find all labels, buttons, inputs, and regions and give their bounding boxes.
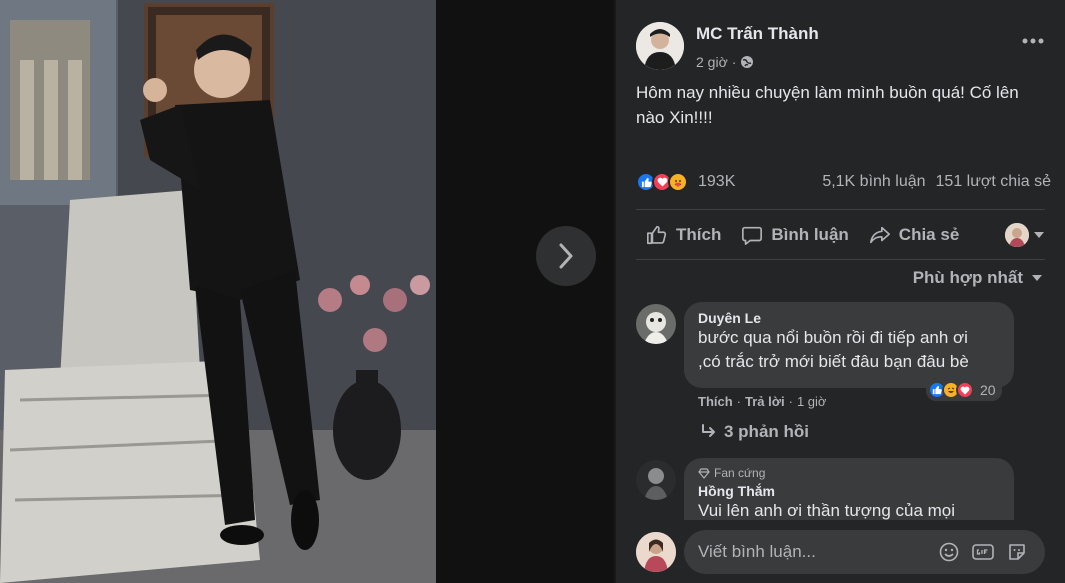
caret-down-icon bbox=[1032, 275, 1042, 281]
caret-down-icon bbox=[1034, 232, 1044, 238]
fan-badge-label: Fan cứng bbox=[714, 466, 766, 480]
divider-top bbox=[636, 209, 1045, 210]
like-label: Thích bbox=[676, 225, 722, 244]
like-button[interactable]: Thích bbox=[636, 217, 731, 253]
engagement-counts: 5,1K bình luận 151 lượt chia sẻ bbox=[822, 173, 1051, 191]
react-as-selector[interactable] bbox=[1005, 223, 1045, 247]
chevron-right-icon bbox=[559, 243, 573, 269]
meta-separator: · bbox=[788, 394, 793, 409]
meta-separator: · bbox=[736, 394, 742, 409]
comment-icon bbox=[742, 226, 763, 245]
share-label: Chia sẻ bbox=[898, 225, 960, 244]
author-avatar[interactable] bbox=[636, 22, 684, 70]
comment-meta: Thích · Trả lời · 1 giờ bbox=[698, 394, 826, 409]
sticker-icon bbox=[1009, 544, 1025, 560]
diamond-icon bbox=[698, 467, 710, 479]
sticker-button[interactable] bbox=[1003, 538, 1031, 566]
author-name[interactable]: MC Trấn Thành bbox=[696, 24, 819, 44]
comment-label: Bình luận bbox=[771, 225, 849, 244]
comment-text-line-2: ,có trắc trở mới biết đâu bạn đâu bè bbox=[698, 352, 969, 371]
comment-item: Fan cứng Hồng Thắm Vui lên anh ơi thần t… bbox=[636, 458, 1056, 548]
comment-avatar[interactable] bbox=[636, 304, 676, 344]
post-photo bbox=[0, 0, 436, 583]
avatar-image bbox=[636, 22, 684, 70]
view-replies-button[interactable]: 3 phản hồi bbox=[700, 422, 809, 442]
fan-badge: Fan cứng bbox=[698, 466, 1000, 480]
comment-time[interactable]: 1 giờ bbox=[797, 394, 827, 409]
comment-bubble: Duyên Le bước qua nổi buồn rồi đi tiếp a… bbox=[684, 302, 1014, 388]
love-react-icon bbox=[956, 381, 974, 399]
share-button[interactable]: Chia sẻ bbox=[859, 217, 969, 253]
comment-reaction-count: 20 bbox=[980, 382, 996, 398]
more-icon bbox=[1022, 38, 1044, 44]
comment-text-line-1: bước qua nổi buồn rồi đi tiếp anh ơi bbox=[698, 328, 968, 347]
care-react-icon bbox=[668, 172, 688, 192]
post-actions: Thích Bình luận Chia sẻ bbox=[636, 212, 1045, 258]
comment-input-placeholder: Viết bình luận... bbox=[698, 542, 816, 561]
comment-reactions[interactable]: 20 bbox=[926, 379, 1002, 401]
comment-button[interactable]: Bình luận bbox=[731, 217, 858, 253]
commenter-name[interactable]: Duyên Le bbox=[698, 310, 1000, 326]
share-icon bbox=[869, 226, 890, 244]
comment-count[interactable]: 5,1K bình luận bbox=[822, 173, 925, 191]
gif-icon bbox=[972, 544, 994, 560]
comment-avatar[interactable] bbox=[636, 460, 676, 500]
post-time: 2 giờ · bbox=[696, 54, 754, 70]
comment-input[interactable]: Viết bình luận... bbox=[684, 530, 1045, 574]
replies-label: 3 phản hồi bbox=[724, 422, 809, 441]
post-text: Hôm nay nhiều chuyện làm mình buồn quá! … bbox=[636, 83, 1019, 127]
more-options-button[interactable] bbox=[1018, 26, 1048, 56]
divider-bottom bbox=[636, 259, 1045, 260]
profile-avatar-small bbox=[1005, 223, 1029, 247]
thumbs-up-icon bbox=[647, 225, 667, 245]
reaction-summary[interactable]: 193K bbox=[636, 172, 735, 192]
next-photo-button[interactable] bbox=[536, 226, 596, 286]
post-header: MC Trấn Thành 2 giờ · bbox=[636, 22, 1056, 74]
globe-icon bbox=[741, 56, 754, 68]
reply-arrow-icon bbox=[702, 424, 715, 437]
comment-composer: Viết bình luận... bbox=[616, 520, 1065, 583]
post-time-separator: · bbox=[731, 54, 737, 70]
composer-avatar[interactable] bbox=[636, 532, 676, 572]
post-panel: MC Trấn Thành 2 giờ · Hôm nay nhiều chuy… bbox=[616, 0, 1065, 583]
comment-sort-dropdown[interactable]: Phù hợp nhất bbox=[913, 268, 1043, 288]
comment-like-link[interactable]: Thích bbox=[698, 394, 733, 409]
sort-label: Phù hợp nhất bbox=[912, 268, 1023, 287]
reaction-count: 193K bbox=[698, 173, 736, 190]
emoji-button[interactable] bbox=[935, 538, 963, 566]
comment-item: Duyên Le bước qua nổi buồn rồi đi tiếp a… bbox=[636, 302, 1056, 452]
photo-viewer bbox=[0, 0, 614, 583]
share-count[interactable]: 151 lượt chia sẻ bbox=[936, 173, 1051, 191]
photo-illustration bbox=[0, 0, 436, 583]
emoji-icon bbox=[939, 542, 959, 562]
comment-reply-link[interactable]: Trả lời bbox=[745, 394, 785, 409]
gif-button[interactable] bbox=[969, 538, 997, 566]
post-stats: 193K 5,1K bình luận 151 lượt chia sẻ bbox=[636, 170, 1051, 194]
post-time-label[interactable]: 2 giờ bbox=[696, 54, 728, 70]
commenter-name[interactable]: Hồng Thắm bbox=[698, 483, 1000, 499]
